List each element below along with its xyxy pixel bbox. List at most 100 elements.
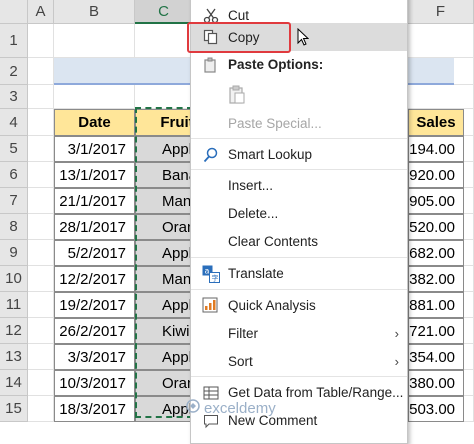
header-fruit-cell[interactable]: Fruit [135,109,193,136]
sales-cell[interactable]: 3,194.00 [408,136,464,162]
row-header-5[interactable]: 5 [0,136,28,162]
row-header-4[interactable]: 4 [0,109,28,136]
grid-cell[interactable] [408,85,474,109]
fruit-cell[interactable]: Mang [135,266,193,292]
menu-item-paste-options: Paste Options: [191,51,407,78]
clipboard-icon [227,85,247,105]
column-header-f[interactable]: F [408,0,474,24]
row-header-3[interactable]: 3 [0,85,28,109]
sales-cell[interactable]: 4,881.00 [408,292,464,318]
menu-separator [191,169,407,170]
select-all-corner[interactable] [0,0,28,24]
header-date-cell[interactable]: Date [54,109,135,136]
fruit-cell[interactable]: Orang [135,370,193,396]
row-header-14[interactable]: 14 [0,370,28,396]
date-cell[interactable]: 5/2/2017 [54,240,135,266]
sales-cell[interactable]: 3,920.00 [408,162,464,188]
column-header-c[interactable]: C [135,0,193,24]
date-cell[interactable]: 3/1/2017 [54,136,135,162]
row-header-11[interactable]: 11 [0,292,28,318]
row-header-8[interactable]: 8 [0,214,28,240]
date-cell[interactable]: 26/2/2017 [54,318,135,344]
grid-cell[interactable] [54,85,135,109]
sales-cell[interactable]: 2,380.00 [408,370,464,396]
menu-separator [191,257,407,258]
grid-cell[interactable] [28,58,54,85]
column-header-a[interactable]: A [28,0,54,24]
row-header-9[interactable]: 9 [0,240,28,266]
menu-item-sort-label: Sort [228,354,253,369]
row-header-7[interactable]: 7 [0,188,28,214]
menu-item-delete[interactable]: Delete... [191,200,407,227]
grid-cell[interactable] [28,344,54,370]
watermark-logo-icon [186,399,200,417]
fruit-cell[interactable]: Kiwi [135,318,193,344]
row-header-12[interactable]: 12 [0,318,28,344]
sales-cell[interactable]: 4,905.00 [408,188,464,214]
grid-cell[interactable] [28,24,54,58]
search-icon [201,145,221,165]
menu-item-paste-options-label: Paste Options: [228,57,324,72]
sales-cell[interactable]: 4,382.00 [408,266,464,292]
grid-cell[interactable] [28,240,54,266]
sales-cell[interactable]: 4,520.00 [408,214,464,240]
grid-cell[interactable] [28,214,54,240]
grid-cell[interactable] [28,109,54,136]
menu-item-clear-contents-label: Clear Contents [228,234,319,249]
sales-cell[interactable]: 2,721.00 [408,318,464,344]
fruit-cell[interactable]: Apple [135,136,193,162]
grid-cell[interactable] [408,24,474,58]
fruit-cell[interactable]: Orang [135,214,193,240]
date-cell[interactable]: 13/1/2017 [54,162,135,188]
row-header-2[interactable]: 2 [0,58,28,85]
date-cell[interactable]: 12/2/2017 [54,266,135,292]
sales-cell[interactable]: 2,503.00 [408,396,464,422]
sales-cell[interactable]: 5,682.00 [408,240,464,266]
fruit-cell[interactable]: Apple [135,240,193,266]
fruit-cell[interactable]: Banan [135,162,193,188]
row-header-13[interactable]: 13 [0,344,28,370]
menu-item-clear-contents[interactable]: Clear Contents [191,228,407,255]
menu-separator [191,138,407,139]
column-header-b[interactable]: B [54,0,135,24]
fruit-cell[interactable]: Mang [135,188,193,214]
grid-cell[interactable] [28,370,54,396]
date-cell[interactable]: 19/2/2017 [54,292,135,318]
grid-cell[interactable] [28,188,54,214]
menu-item-cut-label: Cut [228,8,250,23]
grid-cell[interactable] [28,162,54,188]
row-header-10[interactable]: 10 [0,266,28,292]
menu-item-filter[interactable]: Filter › [191,320,407,347]
paste-option-button[interactable] [191,80,407,110]
grid-cell[interactable] [28,85,54,109]
grid-cell[interactable] [28,396,54,422]
grid-cell[interactable] [135,24,193,58]
date-cell[interactable]: 10/3/2017 [54,370,135,396]
date-cell[interactable]: 3/3/2017 [54,344,135,370]
grid-cell[interactable] [28,266,54,292]
grid-cell[interactable] [135,85,193,109]
fruit-cell[interactable]: Apple [135,396,193,422]
translate-icon: a字 [201,264,221,284]
row-header-6[interactable]: 6 [0,162,28,188]
grid-cell[interactable] [28,318,54,344]
date-cell[interactable]: 28/1/2017 [54,214,135,240]
date-cell[interactable]: 18/3/2017 [54,396,135,422]
menu-item-sort[interactable]: Sort › [191,348,407,375]
row-header-1[interactable]: 1 [0,24,28,58]
menu-item-insert-label: Insert... [228,178,274,193]
grid-cell[interactable] [28,136,54,162]
row-header-15[interactable]: 15 [0,396,28,422]
menu-item-smart-lookup[interactable]: Smart Lookup [191,141,407,168]
menu-item-translate[interactable]: a字 Translate [191,260,407,287]
header-sales-cell[interactable]: Sales [408,109,464,136]
sales-cell[interactable]: 2,354.00 [408,344,464,370]
menu-item-translate-label: Translate [228,266,284,281]
menu-item-quick-analysis[interactable]: Quick Analysis [191,292,407,319]
menu-item-insert[interactable]: Insert... [191,172,407,199]
date-cell[interactable]: 21/1/2017 [54,188,135,214]
grid-cell[interactable] [54,24,135,58]
grid-cell[interactable] [28,292,54,318]
fruit-cell[interactable]: Apple [135,292,193,318]
fruit-cell[interactable]: Apple [135,344,193,370]
